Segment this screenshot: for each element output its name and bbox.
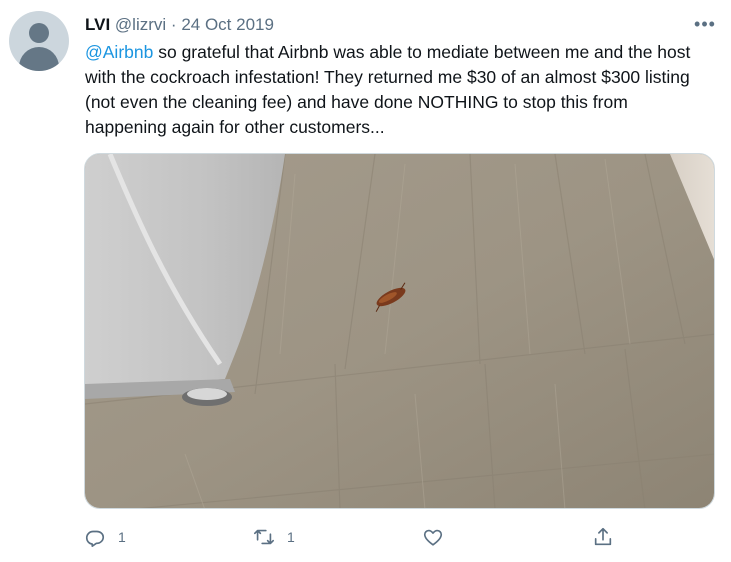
tweet-date[interactable]: 24 Oct 2019 — [181, 15, 274, 34]
author-handle[interactable]: @lizrvi — [115, 15, 166, 34]
share-button[interactable] — [592, 522, 614, 552]
more-icon[interactable]: ••• — [691, 14, 719, 34]
tweet-body: so grateful that Airbnb was able to medi… — [85, 42, 691, 137]
retweet-count: 1 — [287, 529, 295, 545]
photo-of-cockroach-on-wood-floor — [85, 154, 714, 508]
tweet-actions: 1 1 — [0, 522, 731, 552]
reply-icon — [85, 530, 105, 547]
avatar-head — [29, 23, 49, 43]
reply-count: 1 — [118, 529, 126, 545]
avatar-shoulders — [19, 47, 59, 71]
avatar[interactable] — [9, 11, 69, 71]
tweet-photo[interactable] — [84, 153, 715, 509]
mention-link[interactable]: @Airbnb — [85, 42, 153, 62]
tweet-header: LVI @lizrvi · 24 Oct 2019 — [85, 14, 274, 36]
reply-button[interactable]: 1 — [84, 522, 126, 552]
share-icon — [594, 527, 612, 546]
tweet[interactable]: LVI @lizrvi · 24 Oct 2019 ••• @Airbnb so… — [0, 0, 731, 562]
author-name[interactable]: LVI — [85, 15, 110, 34]
retweet-button[interactable]: 1 — [253, 522, 295, 552]
retweet-icon — [254, 529, 274, 545]
tweet-text: @Airbnb so grateful that Airbnb was able… — [85, 40, 713, 140]
separator-dot: · — [170, 15, 177, 34]
like-icon — [423, 529, 443, 546]
like-button[interactable] — [422, 522, 456, 552]
